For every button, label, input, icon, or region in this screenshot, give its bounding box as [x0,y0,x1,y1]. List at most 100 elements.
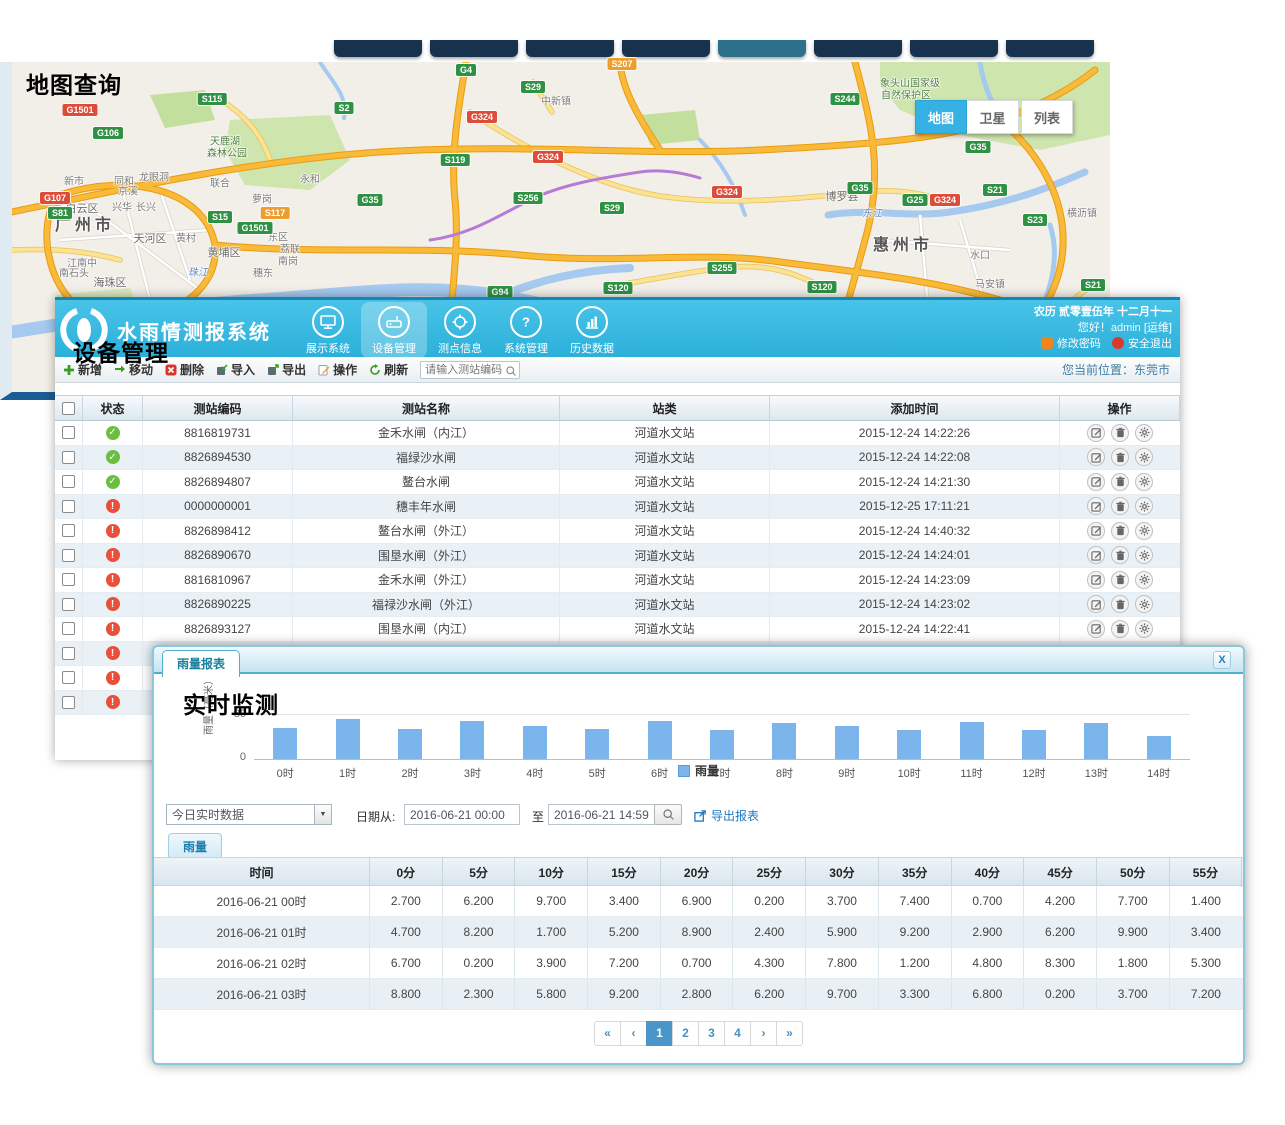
gear-icon[interactable] [1135,497,1153,515]
page-button-3[interactable]: 3 [698,1021,725,1046]
table-row: !0000000001穗丰年水闸河道水文站2015-12-25 17:11:21 [55,495,1180,520]
window-stub-button[interactable] [526,40,614,57]
edit-icon[interactable] [1087,546,1105,564]
close-icon[interactable]: X [1213,651,1231,669]
row-checkbox[interactable] [62,573,75,586]
trash-icon[interactable] [1111,571,1129,589]
trash-icon[interactable] [1111,522,1129,540]
row-name-cell: 围垦水闸（外江） [293,544,560,568]
edit-icon[interactable] [1087,473,1105,491]
row-checkbox[interactable] [62,671,75,684]
gear-icon[interactable] [1135,546,1153,564]
row-checkbox[interactable] [62,524,75,537]
row-checkbox[interactable] [62,598,75,611]
row-checkbox[interactable] [62,647,75,660]
window-stub-button[interactable] [814,40,902,57]
import-button[interactable]: 导入 [216,361,255,378]
trash-icon[interactable] [1111,424,1129,442]
nav-item-question[interactable]: ?系统管理 [493,302,559,358]
export-button[interactable]: 导出 [267,361,306,378]
row-checkbox-cell [55,470,83,494]
trash-icon[interactable] [1111,497,1129,515]
data-preset-select[interactable]: 今日实时数据 ▼ [166,804,332,825]
nav-item-point[interactable]: 测点信息 [427,302,493,358]
map-view-button-3[interactable]: 列表 [1021,100,1073,134]
page-button-4[interactable]: 4 [724,1021,751,1046]
row-checkbox[interactable] [62,475,75,488]
trash-icon[interactable] [1111,595,1129,613]
report-column-header: 35分 [879,858,952,887]
station-table-header: 状态测站编码测站名称站类添加时间操作 [55,395,1180,421]
page-button-1[interactable]: 1 [646,1021,673,1046]
edit-icon[interactable] [1087,522,1105,540]
trash-icon[interactable] [1111,473,1129,491]
edit-icon[interactable] [1087,620,1105,638]
gear-icon[interactable] [1135,571,1153,589]
last-page-button[interactable]: » [776,1021,803,1046]
trash-icon[interactable] [1111,546,1129,564]
report-cell: 2.800 [661,979,734,1009]
search-icon[interactable] [505,364,517,376]
logout-link[interactable]: 安全退出 [1128,338,1172,350]
chart-bar [835,726,859,759]
window-stub-button[interactable] [622,40,710,57]
tab-rainfall[interactable]: 雨量 [168,833,222,859]
trash-icon[interactable] [1111,448,1129,466]
refresh-button[interactable]: 刷新 [369,361,408,378]
edit-icon[interactable] [1087,448,1105,466]
window-stub-button[interactable] [1006,40,1094,57]
report-search-button[interactable] [654,804,682,825]
next-page-button[interactable]: › [750,1021,777,1046]
road-shield: G35 [847,182,872,194]
nav-item-history[interactable]: 历史数据 [559,302,625,358]
window-stub-button[interactable] [718,40,806,57]
report-cell: 6.900 [661,886,734,916]
row-checkbox[interactable] [62,426,75,439]
edit-icon[interactable] [1087,595,1105,613]
row-type-cell: 河道水文站 [560,470,770,494]
nav-item-monitor[interactable]: 展示系统 [295,302,361,358]
nav-item-device[interactable]: 设备管理 [361,302,427,358]
date-from-input[interactable] [404,804,520,825]
page-button-2[interactable]: 2 [672,1021,699,1046]
edit-icon[interactable] [1087,424,1105,442]
date-to-label: 至 [532,808,544,825]
gear-icon[interactable] [1135,424,1153,442]
row-checkbox[interactable] [62,549,75,562]
row-checkbox[interactable] [62,500,75,513]
gear-icon[interactable] [1135,473,1153,491]
edit-icon[interactable] [1087,497,1105,515]
edit-icon[interactable] [1087,571,1105,589]
row-actions-cell [1060,519,1180,543]
edit-button[interactable]: 操作 [318,361,357,378]
row-actions-cell [1060,470,1180,494]
export-report-link[interactable]: 导出报表 [694,807,759,824]
toolbar-button-label: 删除 [180,361,204,378]
map-view-button-2[interactable]: 卫星 [967,100,1019,134]
row-checkbox[interactable] [62,696,75,709]
window-stub-button[interactable] [910,40,998,57]
row-checkbox-cell [55,666,83,690]
chart-bar [1084,723,1108,759]
road-shield: G324 [533,151,563,163]
report-column-header: 0分 [370,858,443,887]
select-all-checkbox[interactable] [62,402,75,415]
date-to-input[interactable] [548,804,660,825]
road-shield: G35 [357,194,382,206]
prev-page-button[interactable]: ‹ [620,1021,647,1046]
row-actions-cell [1060,446,1180,470]
row-checkbox[interactable] [62,451,75,464]
map-view-button-1[interactable]: 地图 [915,100,967,134]
window-stub-button[interactable] [334,40,422,57]
gear-icon[interactable] [1135,620,1153,638]
row-checkbox[interactable] [62,622,75,635]
change-password-link[interactable]: 修改密码 [1057,338,1101,350]
window-stub-button[interactable] [430,40,518,57]
delete-button[interactable]: 删除 [165,361,204,378]
gear-icon[interactable] [1135,522,1153,540]
tab-rainfall-report[interactable]: 雨量报表 [162,650,240,677]
first-page-button[interactable]: « [594,1021,621,1046]
trash-icon[interactable] [1111,620,1129,638]
gear-icon[interactable] [1135,448,1153,466]
gear-icon[interactable] [1135,595,1153,613]
